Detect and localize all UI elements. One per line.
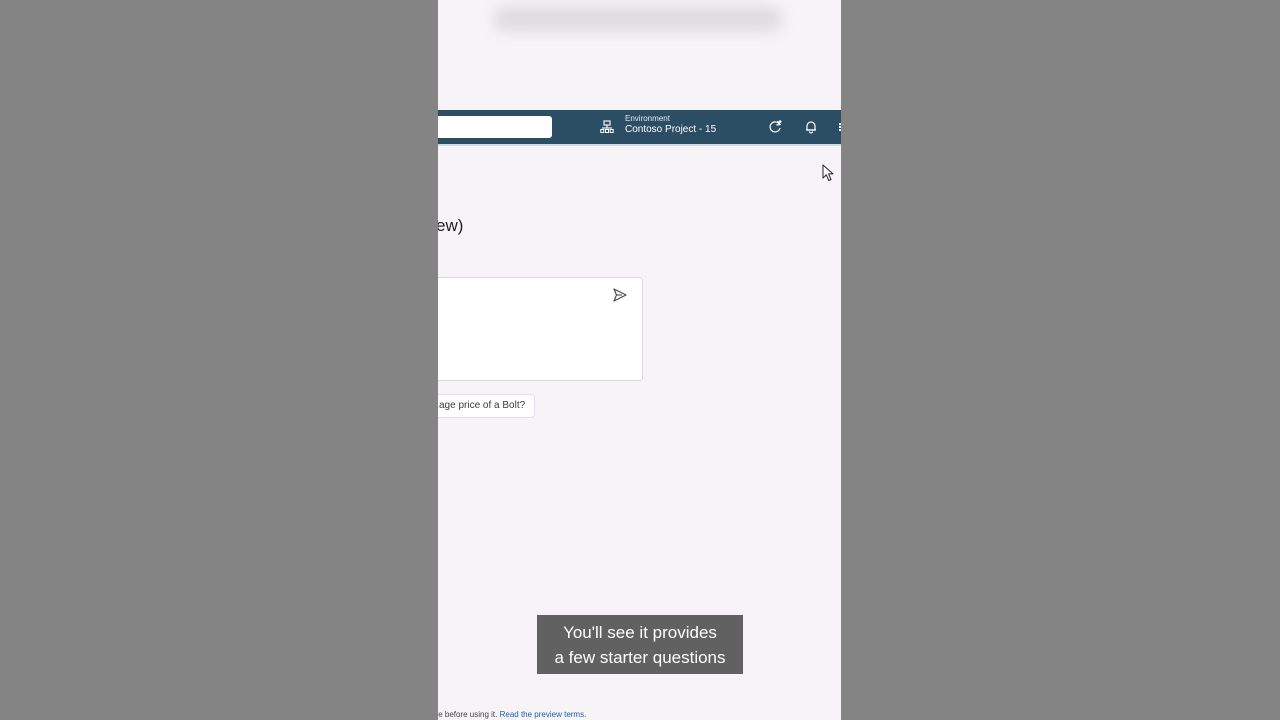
- search-input[interactable]: [438, 116, 552, 138]
- bell-icon[interactable]: [803, 119, 819, 135]
- footer-disclaimer-text: te before using it.: [438, 710, 498, 719]
- letterbox-background: Environment Contoso Project - 15 ew) age…: [0, 0, 1280, 720]
- mouse-pointer-icon: [822, 164, 834, 181]
- preview-terms-link[interactable]: Read the preview terms.: [500, 710, 587, 719]
- more-options-icon[interactable]: [839, 123, 841, 131]
- top-navigation-bar: Environment Contoso Project - 15: [438, 110, 841, 146]
- environment-selector[interactable]: Contoso Project - 15: [625, 124, 716, 135]
- starter-question-button[interactable]: age price of a Bolt?: [438, 394, 536, 418]
- caption-line-1: You'll see it provides: [563, 623, 717, 642]
- video-caption: You'll see it provides a few starter que…: [537, 615, 743, 674]
- refresh-sync-icon[interactable]: [767, 119, 783, 135]
- environment-label: Environment: [625, 114, 670, 123]
- blurred-header-region: [493, 6, 783, 32]
- page-title: ew): [438, 216, 464, 235]
- caption-line-2: a few starter questions: [554, 648, 726, 667]
- footer-disclaimer: te before using it. Read the preview ter…: [438, 710, 586, 719]
- globe-network-icon: [600, 120, 614, 133]
- chat-input-box[interactable]: [438, 277, 643, 381]
- send-icon[interactable]: [611, 286, 629, 304]
- app-window: Environment Contoso Project - 15 ew) age…: [438, 0, 841, 720]
